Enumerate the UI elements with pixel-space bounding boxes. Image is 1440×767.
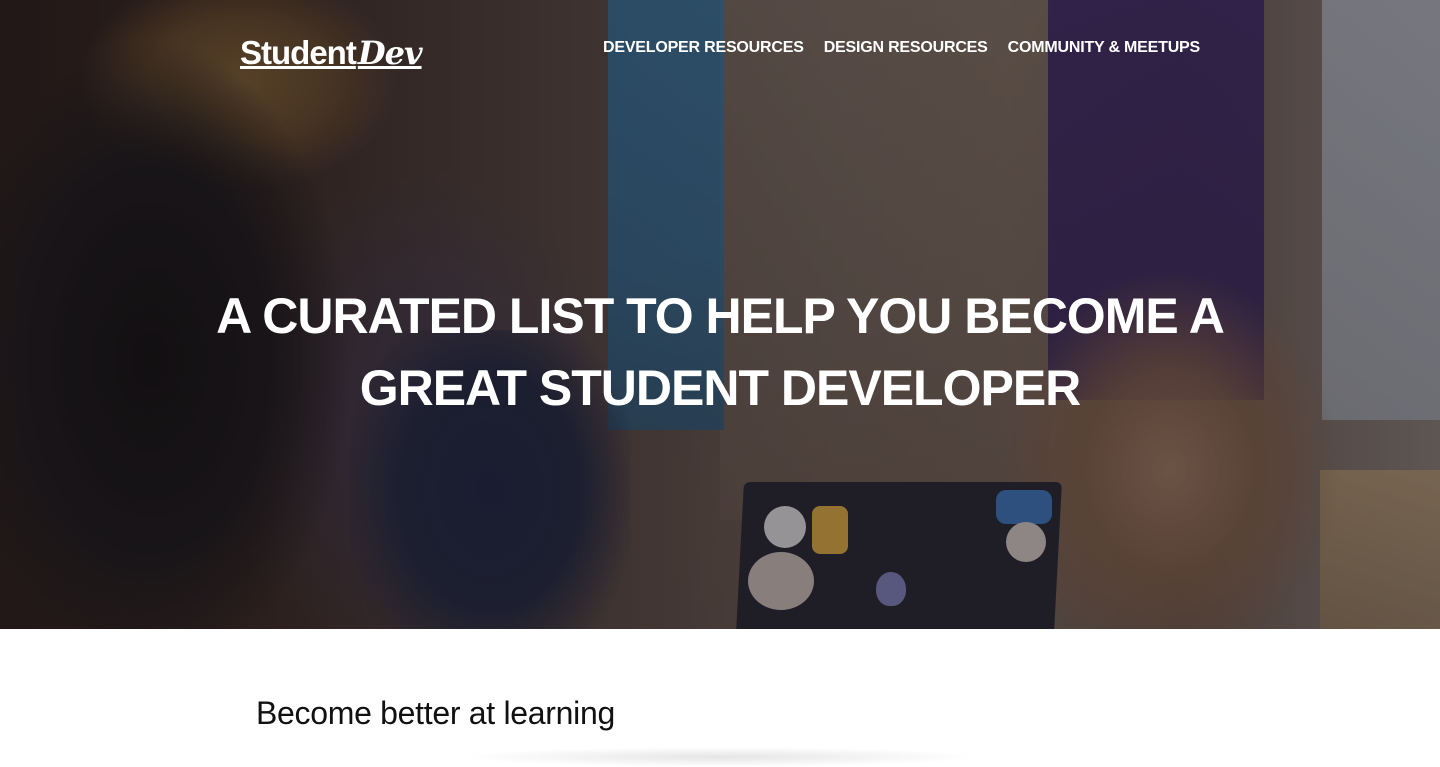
nav-community-meetups[interactable]: COMMUNITY & MEETUPS (1008, 38, 1201, 58)
nav-design-resources[interactable]: DESIGN RESOURCES (824, 38, 988, 58)
main-content: Become better at learning (0, 629, 1440, 767)
main-nav: DEVELOPER RESOURCES DESIGN RESOURCES COM… (603, 38, 1200, 58)
logo-text-script: Dev (357, 34, 423, 72)
site-logo[interactable]: Student Dev (240, 34, 423, 78)
hero-banner: Student Dev DEVELOPER RESOURCES DESIGN R… (0, 0, 1440, 629)
card-shadow (460, 747, 980, 767)
logo-text-main: Student (240, 34, 357, 71)
hero-title: A CURATED LIST TO HELP YOU BECOME A GREA… (200, 280, 1240, 424)
section-heading: Become better at learning (256, 695, 615, 731)
hero-title-line-1: A CURATED LIST TO HELP YOU BECOME A (216, 288, 1225, 344)
hero-title-line-2: GREAT STUDENT DEVELOPER (359, 360, 1082, 416)
nav-developer-resources[interactable]: DEVELOPER RESOURCES (603, 38, 804, 58)
